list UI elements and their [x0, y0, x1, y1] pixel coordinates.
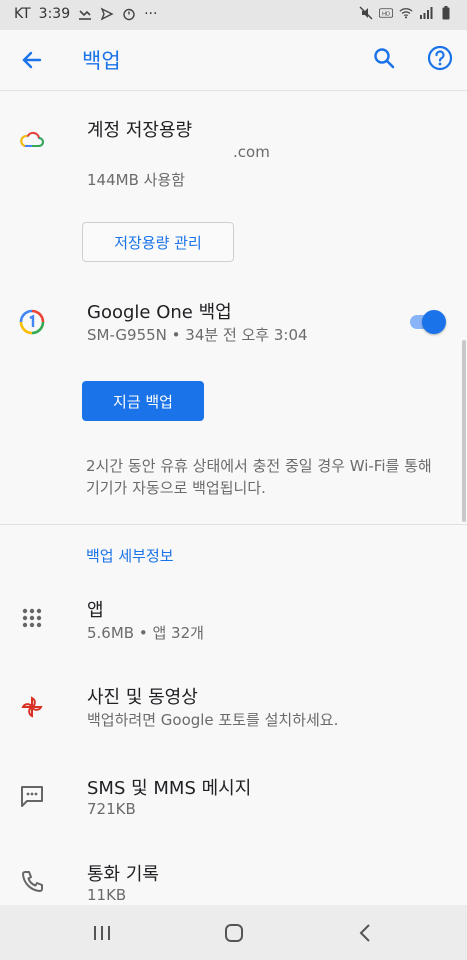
svg-text:HD: HD — [382, 11, 390, 17]
status-right: HD — [359, 6, 453, 20]
sms-title: SMS 및 MMS 메시지 — [87, 778, 252, 799]
navigation-bar — [0, 905, 467, 960]
apps-grid-icon — [18, 604, 46, 632]
status-left: KT 3:39 ··· — [14, 6, 157, 22]
back-chevron-icon[interactable] — [354, 921, 378, 945]
sms-subtitle: 721KB — [87, 800, 136, 818]
carrier-label: KT — [14, 6, 31, 22]
google-one-title: Google One 백업 — [87, 302, 232, 323]
signal-icon — [419, 6, 433, 20]
storage-title: 계정 저장용량 — [87, 120, 193, 141]
timer-icon — [122, 7, 136, 21]
recent-apps-icon[interactable] — [90, 921, 114, 945]
apps-title: 앱 — [87, 600, 104, 621]
section-divider — [0, 524, 467, 525]
google-one-icon — [18, 308, 46, 336]
app-bar: 백업 — [0, 30, 467, 91]
hd-icon: HD — [379, 6, 393, 20]
device-backup-info: SM-G955N • 34분 전 오후 3:04 — [87, 326, 308, 344]
arrow-back-icon[interactable] — [18, 46, 46, 74]
search-icon[interactable] — [370, 44, 398, 72]
backup-toggle[interactable] — [408, 309, 446, 335]
message-icon — [18, 782, 46, 810]
clock-time: 3:39 — [38, 6, 71, 22]
manage-storage-button[interactable]: 저장용량 관리 — [82, 222, 234, 262]
photos-title: 사진 및 동영상 — [87, 687, 198, 708]
mute-icon — [359, 6, 373, 20]
wifi-icon — [399, 6, 413, 20]
storage-usage: 144MB 사용함 — [87, 171, 186, 189]
apps-subtitle: 5.6MB • 앱 32개 — [87, 624, 204, 642]
scrollbar[interactable] — [462, 340, 466, 522]
toggle-thumb — [422, 310, 446, 334]
pinwheel-icon — [18, 693, 46, 721]
account-email: .com — [233, 143, 270, 161]
photos-subtitle: 백업하려면 Google 포토를 설치하세요. — [87, 711, 339, 729]
help-icon[interactable] — [426, 44, 454, 72]
call-log-title: 통화 기록 — [87, 864, 159, 885]
more-dots-icon: ··· — [144, 6, 158, 22]
page-title: 백업 — [82, 49, 121, 73]
home-icon[interactable] — [222, 921, 246, 945]
battery-icon — [439, 6, 453, 20]
status-bar: KT 3:39 ··· HD — [0, 0, 467, 30]
auto-backup-note: 2시간 동안 유휴 상태에서 충전 중일 경우 Wi-Fi를 통해 기기가 자동… — [86, 457, 432, 497]
send-icon — [100, 7, 114, 21]
missed-call-icon — [78, 7, 92, 21]
backup-details-header: 백업 세부정보 — [86, 547, 174, 565]
call-log-subtitle: 11KB — [87, 886, 127, 904]
cloud-icon — [18, 126, 46, 154]
phone-icon — [18, 868, 46, 896]
backup-now-button[interactable]: 지금 백업 — [82, 381, 204, 421]
